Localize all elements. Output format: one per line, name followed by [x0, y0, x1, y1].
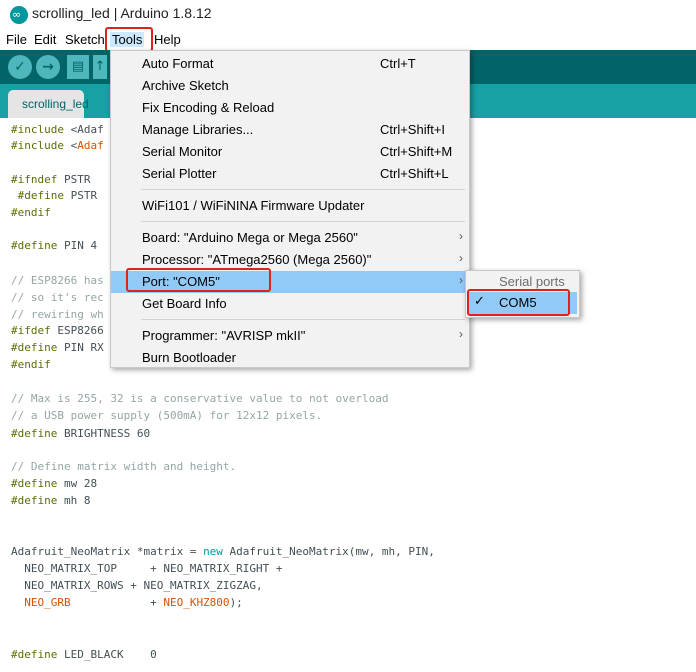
arduino-logo-icon: ∞: [10, 6, 28, 24]
code-line: // Define matrix width and height.: [11, 460, 237, 473]
chevron-right-icon: ›: [459, 251, 463, 265]
code-line: // ESP8266 has: [11, 274, 104, 287]
code-line: #endif: [11, 358, 51, 371]
menu-item-manage-libraries[interactable]: Manage Libraries... Ctrl+Shift+I: [111, 119, 469, 141]
open-button[interactable]: ↑: [93, 55, 107, 79]
menu-file[interactable]: File: [6, 32, 27, 47]
code-line: NEO_MATRIX_ROWS + NEO_MATRIX_ZIGZAG,: [11, 579, 263, 592]
new-button[interactable]: ▤: [67, 55, 89, 79]
menu-item-archive-sketch[interactable]: Archive Sketch: [111, 75, 469, 97]
check-icon: ✓: [14, 59, 26, 75]
menu-item-fix-encoding[interactable]: Fix Encoding & Reload: [111, 97, 469, 119]
code-line: // Max is 255, 32 is a conservative valu…: [11, 392, 389, 405]
menu-item-get-board-info[interactable]: Get Board Info: [111, 293, 469, 315]
menu-separator: [141, 221, 465, 222]
upload-arrow-icon: ↑: [94, 59, 106, 74]
menu-sketch[interactable]: Sketch: [65, 32, 105, 47]
menu-item-burn-bootloader[interactable]: Burn Bootloader: [111, 347, 469, 369]
menu-help[interactable]: Help: [154, 32, 181, 47]
menu-item-processor[interactable]: Processor: "ATmega2560 (Mega 2560)" ›: [111, 249, 469, 271]
menu-separator: [141, 189, 465, 190]
chevron-right-icon: ›: [459, 273, 463, 287]
menu-bar: File Edit Sketch Tools Help: [0, 30, 696, 50]
code-line: #define mh 8: [11, 494, 91, 507]
upload-button[interactable]: →: [36, 55, 60, 79]
submenu-header: Serial ports: [499, 274, 565, 289]
code-line: #include <Adaf: [11, 139, 104, 152]
menu-item-serial-plotter[interactable]: Serial Plotter Ctrl+Shift+L: [111, 163, 469, 185]
title-bar: ∞ scrolling_led | Arduino 1.8.12: [0, 0, 696, 30]
tab-scrolling-led[interactable]: scrolling_led: [8, 90, 89, 118]
code-line: #define PSTR: [11, 189, 98, 202]
port-item-com5[interactable]: ✓ COM5: [468, 292, 577, 314]
menu-item-firmware-updater[interactable]: WiFi101 / WiFiNINA Firmware Updater: [111, 195, 469, 217]
code-line: #ifndef PSTR: [11, 173, 91, 186]
verify-button[interactable]: ✓: [8, 55, 32, 79]
code-line: #define LED_BLACK 0: [11, 648, 157, 661]
code-line: Adafruit_NeoMatrix *matrix = new Adafrui…: [11, 545, 435, 558]
new-file-icon: ▤: [71, 59, 85, 74]
tab-label: scrolling_led: [22, 97, 89, 111]
code-line: #define mw 28: [11, 477, 98, 490]
code-line: #define BRIGHTNESS 60: [11, 427, 151, 440]
chevron-right-icon: ›: [459, 229, 463, 243]
code-line: // a USB power supply (500mA) for 12x12 …: [11, 409, 323, 422]
code-line: NEO_MATRIX_TOP + NEO_MATRIX_RIGHT +: [11, 562, 283, 575]
code-line: #ifdef ESP8266: [11, 324, 104, 337]
code-line: #include <Adaf: [11, 123, 104, 136]
tools-menu: Auto Format Ctrl+T Archive Sketch Fix Enc…: [110, 50, 470, 368]
menu-separator: [141, 319, 465, 320]
code-line: #define PIN 4: [11, 239, 98, 252]
menu-item-programmer[interactable]: Programmer: "AVRISP mkII" ›: [111, 325, 469, 347]
code-line: // so it's rec: [11, 291, 104, 304]
code-line: #endif: [11, 206, 51, 219]
menu-item-board[interactable]: Board: "Arduino Mega or Mega 2560" ›: [111, 227, 469, 249]
chevron-right-icon: ›: [459, 327, 463, 341]
arrow-right-icon: →: [42, 59, 54, 75]
window-title: scrolling_led | Arduino 1.8.12: [32, 5, 212, 21]
menu-edit[interactable]: Edit: [34, 32, 56, 47]
menu-item-auto-format[interactable]: Auto Format Ctrl+T: [111, 53, 469, 75]
code-line: NEO_GRB + NEO_KHZ800);: [11, 596, 243, 609]
code-line: // rewiring wh: [11, 308, 104, 321]
menu-tools[interactable]: Tools: [110, 32, 145, 47]
port-submenu: Serial ports ✓ COM5: [465, 270, 580, 318]
menu-item-serial-monitor[interactable]: Serial Monitor Ctrl+Shift+M: [111, 141, 469, 163]
checkmark-icon: ✓: [474, 294, 485, 309]
menu-item-port[interactable]: Port: "COM5" ›: [111, 271, 469, 293]
code-line: #define PIN RX: [11, 341, 104, 354]
